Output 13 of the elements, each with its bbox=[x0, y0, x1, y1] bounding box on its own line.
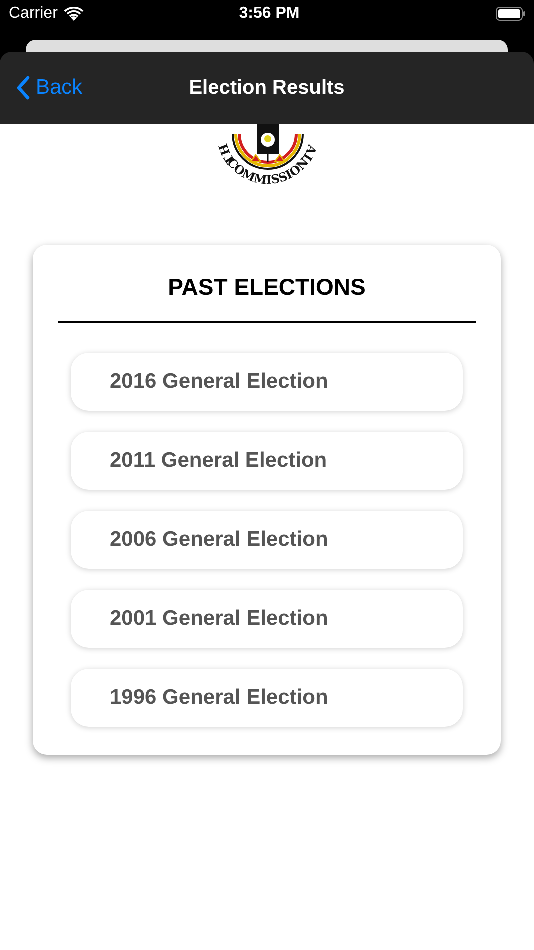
battery-icon bbox=[496, 7, 526, 21]
screen-title: Election Results bbox=[189, 76, 345, 100]
election-button[interactable]: 2006 General Election bbox=[71, 511, 463, 569]
chevron-icon bbox=[16, 76, 30, 100]
election-button[interactable]: 2016 General Election bbox=[71, 353, 463, 411]
card-title: PAST ELECTIONS bbox=[167, 273, 367, 302]
carrier-label: Carrier bbox=[9, 5, 58, 23]
election-button[interactable]: 2011 General Election bbox=[71, 432, 463, 490]
election-button[interactable]: 2001 General Election bbox=[71, 590, 463, 648]
wifi-icon bbox=[64, 6, 84, 22]
election-button[interactable]: 1996 General Election bbox=[71, 669, 463, 727]
clock-time: 3:56 PM bbox=[239, 5, 300, 23]
back-button[interactable]: Back bbox=[16, 76, 83, 100]
